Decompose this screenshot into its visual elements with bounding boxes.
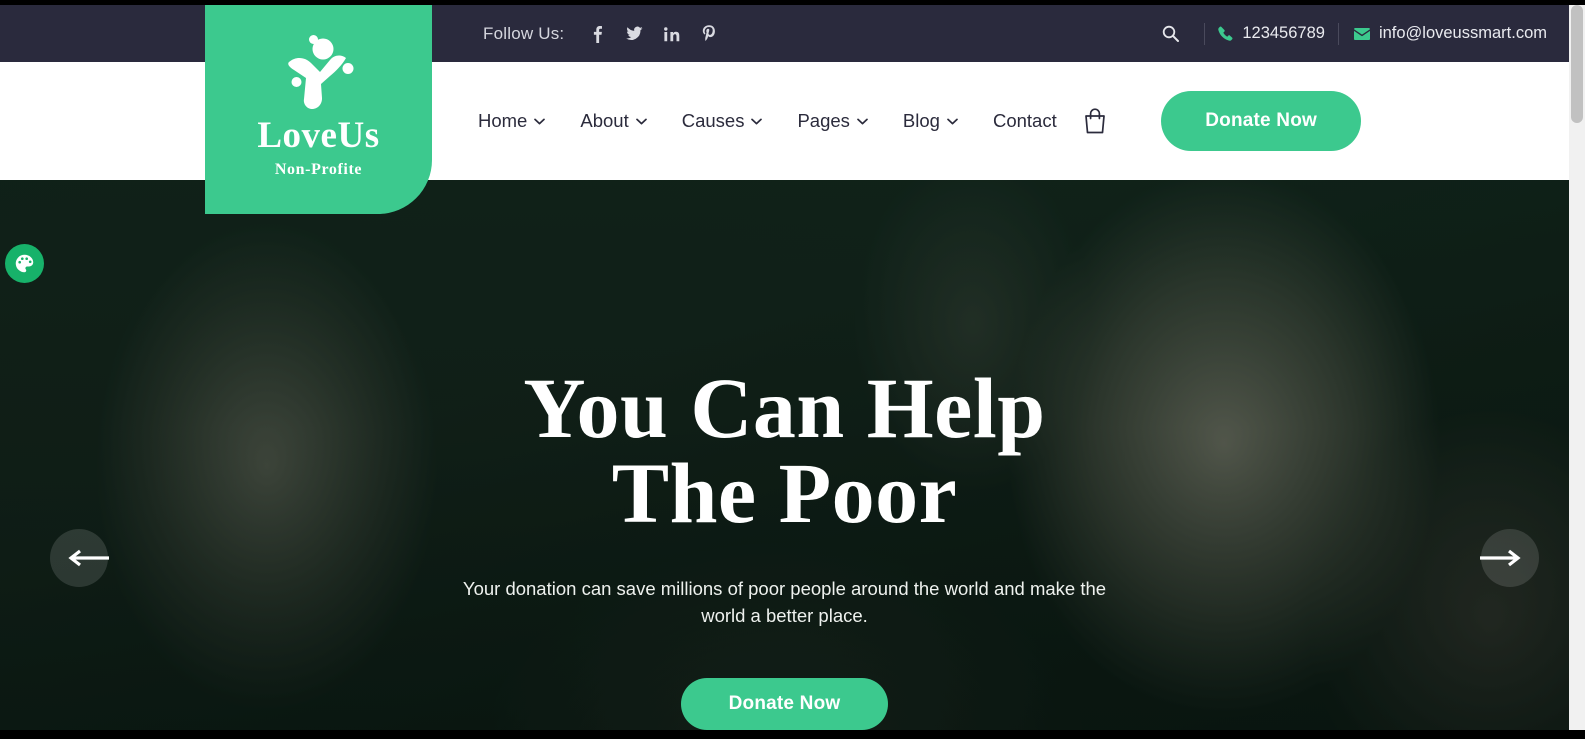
header-donate-button[interactable]: Donate Now xyxy=(1161,91,1361,151)
facebook-icon[interactable] xyxy=(589,24,606,43)
nav-item-label: About xyxy=(580,110,629,131)
topbar-divider-1 xyxy=(1204,22,1206,45)
hero-subtitle: Your donation can save millions of poor … xyxy=(462,578,1107,627)
hero-title-line-2: The Poor xyxy=(611,445,958,542)
chevron-down-icon xyxy=(947,118,958,125)
hero-slider: You Can Help The Poor Your donation can … xyxy=(0,180,1569,730)
hero-content: You Can Help The Poor Your donation can … xyxy=(0,180,1569,730)
nav-menu: Home About Causes Pages Blog Contact xyxy=(478,62,1092,180)
nav-actions: Donate Now xyxy=(1075,62,1361,180)
pinterest-icon[interactable] xyxy=(700,24,717,43)
arrow-left-icon xyxy=(68,549,109,567)
linkedin-icon[interactable] xyxy=(663,24,680,43)
chevron-down-icon xyxy=(534,118,546,125)
carousel-prev-button[interactable] xyxy=(50,529,126,587)
chevron-down-icon xyxy=(635,118,647,125)
email-contact[interactable]: info@loveussmart.com xyxy=(1353,24,1547,43)
site-logo[interactable]: LoveUs Non-Profite xyxy=(205,5,432,214)
search-icon[interactable] xyxy=(1150,25,1191,42)
chevron-down-icon xyxy=(857,118,868,125)
nav-item-label: Pages xyxy=(797,110,850,131)
nav-item-label: Contact xyxy=(992,110,1057,131)
hero-title-line-1: You Can Help xyxy=(523,360,1046,456)
page-root: You Can Help The Poor Your donation can … xyxy=(0,0,1585,739)
color-palette-button[interactable] xyxy=(5,244,44,283)
nav-item-label: Causes xyxy=(681,110,745,131)
topbar-divider-2 xyxy=(1337,22,1339,45)
chevron-down-icon xyxy=(751,118,763,125)
logo-name: LoveUs xyxy=(257,115,380,156)
carousel-next-button[interactable] xyxy=(1463,529,1539,587)
person-star-logo-icon xyxy=(287,35,353,109)
email-address: info@loveussmart.com xyxy=(1378,24,1547,42)
viewport-bottom-edge xyxy=(0,730,1585,739)
shopping-bag-icon[interactable] xyxy=(1075,101,1115,141)
follow-us-label: Follow Us: xyxy=(483,23,565,43)
nav-item-label: Blog xyxy=(902,110,940,131)
envelope-icon xyxy=(1353,27,1370,40)
nav-item-about[interactable]: About xyxy=(580,110,681,132)
twitter-icon[interactable] xyxy=(626,24,643,43)
phone-contact[interactable]: 123456789 xyxy=(1218,24,1325,43)
page-scrollbar[interactable] xyxy=(1569,5,1585,739)
viewport-top-edge xyxy=(0,0,1585,5)
follow-us-group: Follow Us: xyxy=(483,24,717,44)
logo-tagline: Non-Profite xyxy=(274,161,363,178)
nav-item-pages[interactable]: Pages xyxy=(797,110,902,132)
nav-item-home[interactable]: Home xyxy=(478,110,580,132)
topbar-right-group: 123456789 info@loveussmart.com xyxy=(1150,22,1547,45)
hero-donate-button[interactable]: Donate Now xyxy=(680,677,889,730)
palette-icon xyxy=(15,254,34,273)
scrollbar-thumb[interactable] xyxy=(1571,5,1583,123)
social-links xyxy=(589,24,717,43)
nav-item-label: Home xyxy=(478,110,528,131)
phone-number: 123456789 xyxy=(1242,24,1325,42)
hero-title: You Can Help The Poor xyxy=(523,365,1045,536)
nav-item-blog[interactable]: Blog xyxy=(903,110,993,132)
arrow-right-icon xyxy=(1480,549,1521,567)
nav-item-causes[interactable]: Causes xyxy=(682,110,798,132)
phone-icon xyxy=(1218,26,1233,41)
